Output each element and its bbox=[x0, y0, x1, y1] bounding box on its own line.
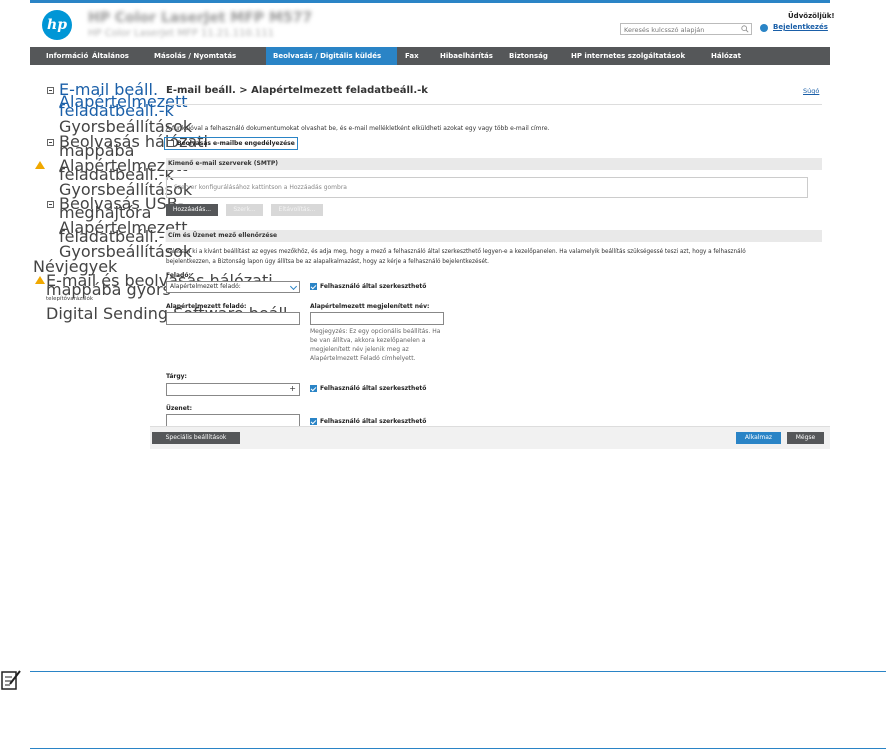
divider bbox=[166, 104, 822, 105]
warning-icon bbox=[35, 276, 45, 284]
footer-bar bbox=[150, 426, 830, 449]
address-description-line2: bejelentkezzen, a Biztonság lapon úgy ál… bbox=[166, 259, 489, 265]
advanced-settings-button[interactable]: Speciális beállítások bbox=[152, 432, 240, 444]
address-description-line1: Válassza ki a kívánt beállítást az egyes… bbox=[166, 249, 746, 255]
tab-hp-web-services[interactable]: HP internetes szolgáltatások bbox=[564, 47, 706, 65]
sidebar-item-email-folder-wizards-line2[interactable]: mappába gyors bbox=[46, 282, 171, 298]
display-name-note-line3: megjelenített név jelenik meg az bbox=[310, 346, 409, 353]
smtp-section-header: Kimenő e-mail szerverek (SMTP) bbox=[166, 158, 822, 170]
search-placeholder: Keresés kulcsszó alapján bbox=[624, 26, 705, 34]
sidebar-item-contacts[interactable]: Névjegyek bbox=[33, 259, 117, 275]
main-nav: Információ Általános Másolás / Nyomtatás… bbox=[30, 47, 830, 65]
sidebar-item-folder-default-job-options-line2[interactable]: feladatbeáll.-k bbox=[59, 167, 174, 183]
cancel-button[interactable]: Mégse bbox=[787, 432, 824, 444]
note-bottom-rule bbox=[30, 748, 886, 749]
user-icon bbox=[760, 24, 768, 32]
sidebar-item-scan-to-network-folder-line2[interactable]: mappába bbox=[59, 143, 134, 159]
signin-link[interactable]: Bejelentkezés bbox=[773, 23, 828, 31]
enable-scan-to-email-label: Beolvasás e-mailbe engedélyezése bbox=[177, 140, 295, 147]
tab-scan-digital-send[interactable]: Beolvasás / Digitális küldés bbox=[266, 47, 397, 65]
display-name-note-line4: Alapértelmezett Feladó címhelyett. bbox=[310, 355, 416, 362]
from-selected-value: Alapértelmezett feladó: bbox=[170, 283, 241, 290]
help-link[interactable]: Súgó bbox=[803, 87, 819, 95]
note-icon bbox=[1, 670, 21, 690]
tab-information[interactable]: Információ bbox=[30, 47, 88, 65]
search-input[interactable]: Keresés kulcsszó alapján bbox=[620, 23, 752, 35]
from-label: Feladó: bbox=[166, 272, 191, 279]
tab-security[interactable]: Biztonság bbox=[503, 47, 564, 65]
message-input[interactable] bbox=[166, 414, 300, 426]
tab-fax[interactable]: Fax bbox=[397, 47, 431, 65]
page-title: E-mail beáll. > Alapértelmezett feladatb… bbox=[166, 85, 428, 96]
hp-logo: hp bbox=[42, 10, 72, 40]
sidebar-item-email-folder-wizards-line3[interactable]: telepítővarázslók bbox=[46, 295, 93, 303]
from-editable-label: Felhasználó által szerkeszthető bbox=[320, 283, 427, 290]
subject-input[interactable]: + bbox=[166, 383, 300, 396]
screenshot: hp HP Color LaserJet MFP M577 HP Color L… bbox=[0, 0, 886, 751]
collapse-icon[interactable] bbox=[47, 201, 54, 208]
enable-scan-to-email-checkbox[interactable] bbox=[167, 140, 174, 147]
tab-networking[interactable]: Hálózat bbox=[706, 47, 766, 65]
address-section-header: Cím és Üzenet mező ellenőrzése bbox=[166, 230, 822, 242]
message-label: Üzenet: bbox=[166, 405, 193, 412]
apply-button[interactable]: Alkalmaz bbox=[736, 432, 781, 444]
warning-icon bbox=[35, 161, 45, 169]
plus-icon[interactable]: + bbox=[289, 384, 296, 394]
tab-troubleshooting[interactable]: Hibaelhárítás bbox=[431, 47, 503, 65]
top-accent-line bbox=[30, 0, 830, 3]
subject-editable-checkbox[interactable] bbox=[310, 385, 317, 392]
sidebar-item-usb-default-job-options-line2[interactable]: feladatbeáll.-k bbox=[59, 229, 174, 245]
note-top-rule bbox=[30, 671, 886, 672]
search-icon[interactable] bbox=[741, 25, 749, 33]
display-name-note-line2: be van állítva, akkora kezelőpanelen a bbox=[310, 337, 426, 344]
device-subtitle: HP Color LaserJet MFP 11.21.110.111 bbox=[88, 28, 275, 39]
sidebar-item-scan-to-usb-line2[interactable]: meghajtóra bbox=[59, 205, 151, 221]
collapse-icon[interactable] bbox=[47, 139, 54, 146]
remove-button[interactable]: Eltávolítás... bbox=[271, 204, 323, 216]
tab-general[interactable]: Általános bbox=[88, 47, 142, 65]
tab-copy-print[interactable]: Másolás / Nyomtatás bbox=[142, 47, 266, 65]
default-from-input[interactable] bbox=[166, 312, 300, 325]
greeting: Üdvözöljük! bbox=[788, 12, 835, 20]
default-display-name-input[interactable] bbox=[310, 312, 444, 325]
message-editable-checkbox[interactable] bbox=[310, 418, 317, 425]
smtp-server-list[interactable]: Szerver konfigurálásához kattintson a Ho… bbox=[166, 177, 808, 198]
device-name: HP Color LaserJet MFP M577 bbox=[88, 10, 313, 26]
subject-label: Tárgy: bbox=[166, 373, 187, 380]
add-button[interactable]: Hozzáadás... bbox=[166, 204, 218, 216]
display-name-note-line1: Megjegyzés: Ez egy opcionális beállítás.… bbox=[310, 328, 441, 335]
edit-button[interactable]: Szerk... bbox=[226, 204, 263, 216]
feature-description: A funkcióval a felhasználó dokumentumoka… bbox=[166, 125, 550, 132]
default-from-label: Alapértelmezett feladó: bbox=[166, 303, 247, 310]
sidebar-item-default-job-options-line2[interactable]: feladatbeáll.-k bbox=[59, 103, 174, 119]
subject-editable-label: Felhasználó által szerkeszthető bbox=[320, 385, 427, 392]
collapse-icon[interactable] bbox=[47, 87, 54, 94]
chevron-down-icon bbox=[289, 282, 298, 291]
message-editable-label: Felhasználó által szerkeszthető bbox=[320, 418, 427, 425]
from-editable-checkbox[interactable] bbox=[310, 283, 317, 290]
from-select[interactable]: Alapértelmezett feladó: bbox=[166, 281, 300, 293]
default-display-name-label: Alapértelmezett megjelenített név: bbox=[310, 303, 430, 310]
